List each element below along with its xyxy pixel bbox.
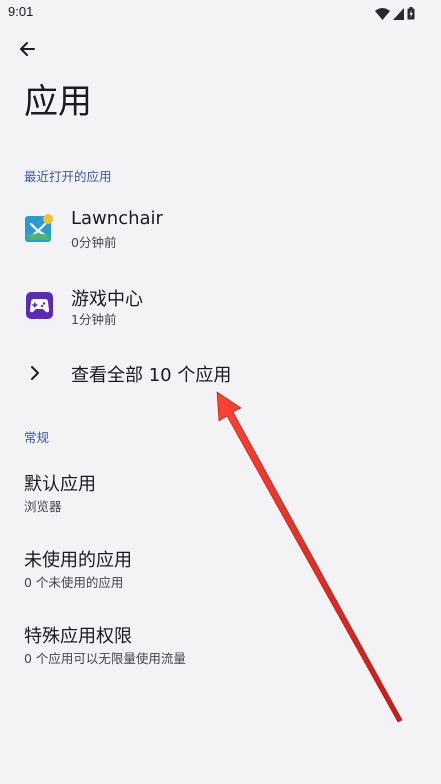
- app-last-used: 1分钟前: [71, 312, 117, 327]
- back-button[interactable]: [12, 36, 42, 66]
- status-bar: 9:01: [0, 0, 441, 24]
- default-apps-item[interactable]: 默认应用 浏览器: [0, 470, 441, 530]
- general-header: 常规: [24, 430, 50, 445]
- battery-icon: [407, 5, 415, 24]
- status-time: 9:01: [8, 4, 34, 19]
- item-subtitle: 浏览器: [24, 499, 62, 514]
- unused-apps-item[interactable]: 未使用的应用 0 个未使用的应用: [0, 546, 441, 606]
- app-name: Lawnchair: [71, 208, 163, 229]
- page-title: 应用: [24, 82, 92, 122]
- special-app-access-item[interactable]: 特殊应用权限 0 个应用可以无限量使用流量: [0, 622, 441, 682]
- see-all-apps-label: 查看全部 10 个应用: [71, 365, 232, 386]
- app-row-lawnchair[interactable]: Lawnchair 0分钟前: [0, 198, 441, 262]
- item-title: 特殊应用权限: [24, 626, 132, 647]
- back-arrow-icon: [18, 40, 36, 62]
- wifi-icon: [375, 5, 390, 24]
- game-center-icon: [25, 291, 54, 320]
- recent-apps-header: 最近打开的应用: [24, 169, 112, 184]
- lawnchair-icon: [25, 214, 54, 243]
- app-last-used: 0分钟前: [71, 235, 117, 250]
- app-name: 游戏中心: [71, 289, 143, 310]
- signal-icon: [393, 5, 404, 24]
- item-subtitle: 0 个应用可以无限量使用流量: [24, 651, 186, 666]
- status-icons: [375, 5, 415, 24]
- see-all-apps-button[interactable]: 查看全部 10 个应用: [0, 352, 441, 396]
- item-title: 未使用的应用: [24, 550, 132, 571]
- item-title: 默认应用: [24, 474, 96, 495]
- item-subtitle: 0 个未使用的应用: [24, 575, 124, 590]
- app-row-game-center[interactable]: 游戏中心 1分钟前: [0, 275, 441, 339]
- chevron-right-icon: [26, 363, 42, 387]
